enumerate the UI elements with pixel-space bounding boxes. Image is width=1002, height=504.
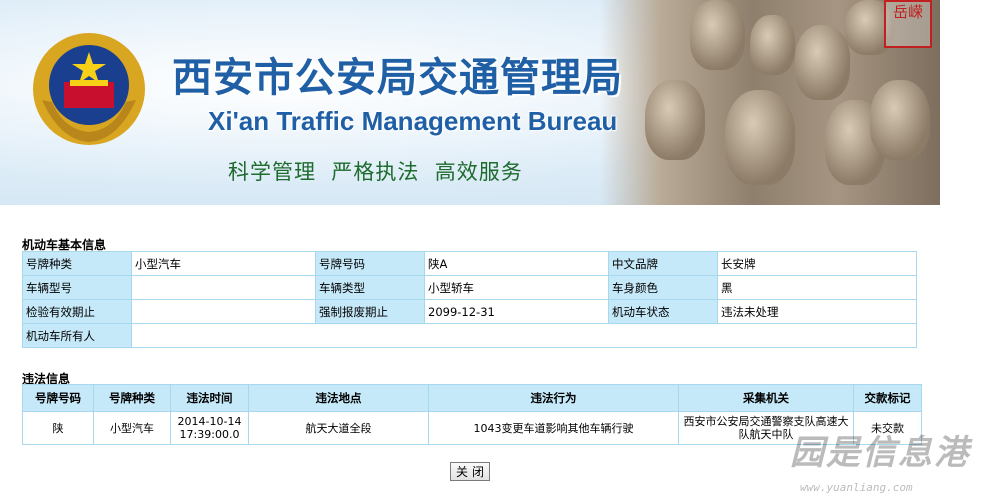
field-value bbox=[131, 275, 316, 300]
column-header: 违法行为 bbox=[428, 384, 679, 412]
field-value: 小型汽车 bbox=[131, 251, 316, 276]
column-header: 违法时间 bbox=[170, 384, 249, 412]
field-value: 陕A bbox=[424, 251, 609, 276]
red-seal-stamp: 岳嵘 bbox=[884, 0, 932, 48]
violation-row: 陕小型汽车 2014-10-14 17:39:00.0 航天大道全段 1043变更车道影… bbox=[22, 411, 922, 445]
violation-behavior-cell: 1043变更车道影响其他车辆行驶 bbox=[428, 411, 679, 445]
vehicle-info-row: 检验有效期止 强制报废期止 2099-12-31 机动车状态 违法未处理 bbox=[22, 299, 917, 324]
police-emblem-icon bbox=[33, 33, 145, 145]
bureau-slogan: 科学管理 严格执法 高效服务 bbox=[228, 160, 523, 184]
field-value: 长安牌 bbox=[717, 251, 917, 276]
field-label: 机动车状态 bbox=[608, 299, 718, 324]
field-label: 车辆型号 bbox=[22, 275, 132, 300]
violation-time-cell: 2014-10-14 17:39:00.0 bbox=[170, 411, 249, 445]
vehicle-info-row: 号牌种类 小型汽车 号牌号码 陕A 中文品牌 长安牌 bbox=[22, 251, 917, 276]
watermark-url: www.yuanliang.com bbox=[800, 481, 913, 494]
violation-clock: 17:39:00.0 bbox=[179, 428, 240, 441]
vehicle-owner-row: 机动车所有人 bbox=[22, 323, 917, 348]
column-header: 采集机关 bbox=[678, 384, 854, 412]
field-label: 检验有效期止 bbox=[22, 299, 132, 324]
field-label: 号牌种类 bbox=[22, 251, 132, 276]
field-label: 强制报废期止 bbox=[315, 299, 425, 324]
violation-location-cell: 航天大道全段 bbox=[248, 411, 429, 445]
field-value bbox=[131, 299, 316, 324]
field-label: 车辆类型 bbox=[315, 275, 425, 300]
violation-table: 号牌号码 号牌种类 违法时间 违法地点 违法行为 采集机关 交款标记 陕小型汽车 2014-1… bbox=[22, 384, 922, 445]
vehicle-info-row: 车辆型号 车辆类型 小型轿车 车身颜色黑 bbox=[22, 275, 917, 300]
column-header: 号牌号码 bbox=[22, 384, 94, 412]
plate-number-cell: 陕 bbox=[22, 411, 94, 445]
watermark-logo: 园是信息港 bbox=[790, 433, 970, 473]
field-label: 车身颜色 bbox=[608, 275, 718, 300]
close-button[interactable]: 关闭 bbox=[450, 462, 490, 481]
header-banner: 西安市公安局交通管理局 Xi'an Traffic Management Bur… bbox=[0, 0, 940, 205]
owner-label: 机动车所有人 bbox=[22, 323, 132, 348]
bureau-title-english: Xi'an Traffic Management Bureau bbox=[208, 106, 618, 136]
column-header: 交款标记 bbox=[853, 384, 922, 412]
violation-date: 2014-10-14 bbox=[177, 415, 242, 428]
field-label: 中文品牌 bbox=[608, 251, 718, 276]
owner-value bbox=[131, 323, 917, 348]
column-header: 违法地点 bbox=[248, 384, 429, 412]
field-value: 小型轿车 bbox=[424, 275, 609, 300]
field-value: 2099-12-31 bbox=[424, 299, 609, 324]
field-value: 黑 bbox=[717, 275, 917, 300]
violation-table-header: 号牌号码 号牌种类 违法时间 违法地点 违法行为 采集机关 交款标记 bbox=[22, 384, 922, 412]
bureau-title-chinese: 西安市公安局交通管理局 bbox=[172, 54, 623, 101]
field-label: 号牌号码 bbox=[315, 251, 425, 276]
column-header: 号牌种类 bbox=[93, 384, 171, 412]
plate-type-cell: 小型汽车 bbox=[93, 411, 171, 445]
vehicle-info-table: 号牌种类 小型汽车 号牌号码 陕A 中文品牌 长安牌 车辆型号 车辆类型 小型轿车 车身颜色黑检验… bbox=[22, 251, 917, 348]
seal-text: 岳嵘 bbox=[892, 3, 923, 21]
field-value: 违法未处理 bbox=[717, 299, 917, 324]
